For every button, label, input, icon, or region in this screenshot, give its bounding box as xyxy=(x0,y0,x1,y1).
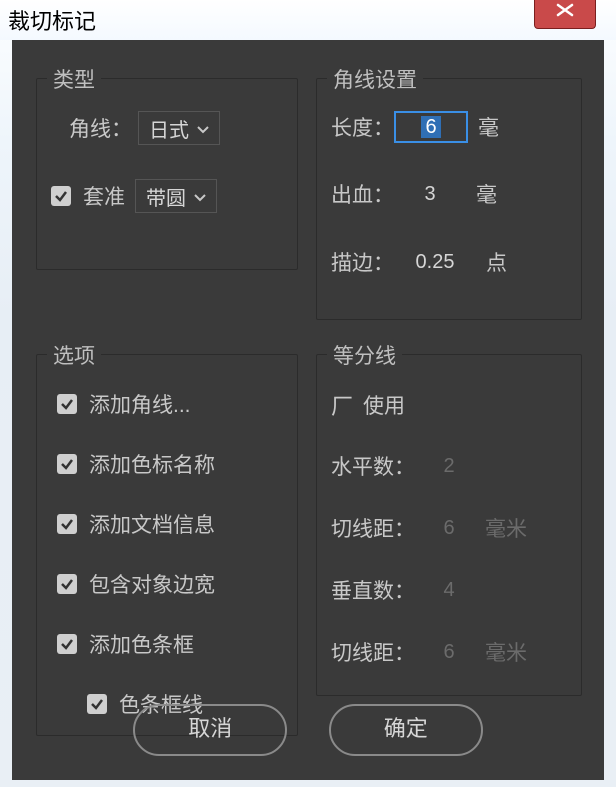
bleed-unit: 毫 xyxy=(476,179,497,209)
vcut-input[interactable]: 6 xyxy=(423,637,475,667)
corner-style-select[interactable]: 日式 xyxy=(138,111,220,145)
bleed-label: 出血： xyxy=(331,179,394,209)
ok-button[interactable]: 确定 xyxy=(329,704,483,756)
vcount-input[interactable]: 4 xyxy=(423,575,475,605)
option-item: 添加色条框 xyxy=(57,629,194,659)
length-label: 长度： xyxy=(331,112,394,142)
group-type-title: 类型 xyxy=(47,64,101,94)
option-label-4: 添加色条框 xyxy=(89,629,194,659)
option-label-0: 添加角线... xyxy=(89,389,191,419)
titlebar: 裁切标记 xyxy=(0,0,616,40)
group-corner-settings: 角线设置 长度： 6 毫 出血： 3 毫 描边： 0.25 点 xyxy=(316,78,582,320)
hcut-unit: 毫米 xyxy=(485,513,527,543)
option-item: 添加文档信息 xyxy=(57,509,215,539)
window-title: 裁切标记 xyxy=(8,4,96,36)
option-label-2: 添加文档信息 xyxy=(89,509,215,539)
close-button[interactable] xyxy=(534,0,596,29)
option-item: 添加角线... xyxy=(57,389,191,419)
use-label: 使用 xyxy=(363,390,405,420)
chevron-down-icon xyxy=(194,185,206,208)
hcount-label: 水平数： xyxy=(331,451,415,481)
register-style-value: 带圆 xyxy=(146,182,186,211)
corner-style-label: 角线： xyxy=(69,113,132,143)
hcut-label: 切线距： xyxy=(331,513,415,543)
group-corner-title: 角线设置 xyxy=(327,64,423,94)
button-row: 取消 确定 xyxy=(26,704,590,756)
option-label-3: 包含对象边宽 xyxy=(89,569,215,599)
corner-style-value: 日式 xyxy=(149,114,189,143)
dialog-panel: 类型 角线： 日式 套准 带圆 xyxy=(12,40,604,780)
bleed-input[interactable]: 3 xyxy=(394,179,466,209)
register-checkbox[interactable] xyxy=(51,186,71,206)
option-item: 添加色标名称 xyxy=(57,449,215,479)
chevron-down-icon xyxy=(197,117,209,140)
hcut-input[interactable]: 6 xyxy=(423,513,475,543)
close-icon xyxy=(556,3,574,17)
stroke-unit: 点 xyxy=(486,247,507,277)
stroke-input[interactable]: 0.25 xyxy=(394,247,476,277)
group-type: 类型 角线： 日式 套准 带圆 xyxy=(36,78,298,270)
length-value: 6 xyxy=(421,116,440,138)
option-item: 包含对象边宽 xyxy=(57,569,215,599)
option-checkbox-4[interactable] xyxy=(57,634,77,654)
register-label: 套准 xyxy=(83,181,125,211)
length-unit: 毫 xyxy=(478,112,499,142)
group-divide: 等分线 厂 使用 水平数： 2 切线距： 6 毫米 垂直数： 4 xyxy=(316,354,582,696)
option-checkbox-0[interactable] xyxy=(57,394,77,414)
vcut-unit: 毫米 xyxy=(485,637,527,667)
option-checkbox-1[interactable] xyxy=(57,454,77,474)
hcount-input[interactable]: 2 xyxy=(423,451,475,481)
option-checkbox-3[interactable] xyxy=(57,574,77,594)
vcut-label: 切线距： xyxy=(331,637,415,667)
option-checkbox-2[interactable] xyxy=(57,514,77,534)
cancel-button[interactable]: 取消 xyxy=(133,704,287,756)
group-options: 选项 添加角线... 添加色标名称 添加文档信息 包含对象边宽 xyxy=(36,354,298,736)
option-label-1: 添加色标名称 xyxy=(89,449,215,479)
length-input[interactable]: 6 xyxy=(394,111,468,143)
vcount-label: 垂直数： xyxy=(331,575,415,605)
stroke-label: 描边： xyxy=(331,247,394,277)
group-options-title: 选项 xyxy=(47,340,101,370)
group-divide-title: 等分线 xyxy=(327,340,402,370)
register-style-select[interactable]: 带圆 xyxy=(135,179,217,213)
use-checkbox[interactable]: 厂 xyxy=(331,389,353,421)
